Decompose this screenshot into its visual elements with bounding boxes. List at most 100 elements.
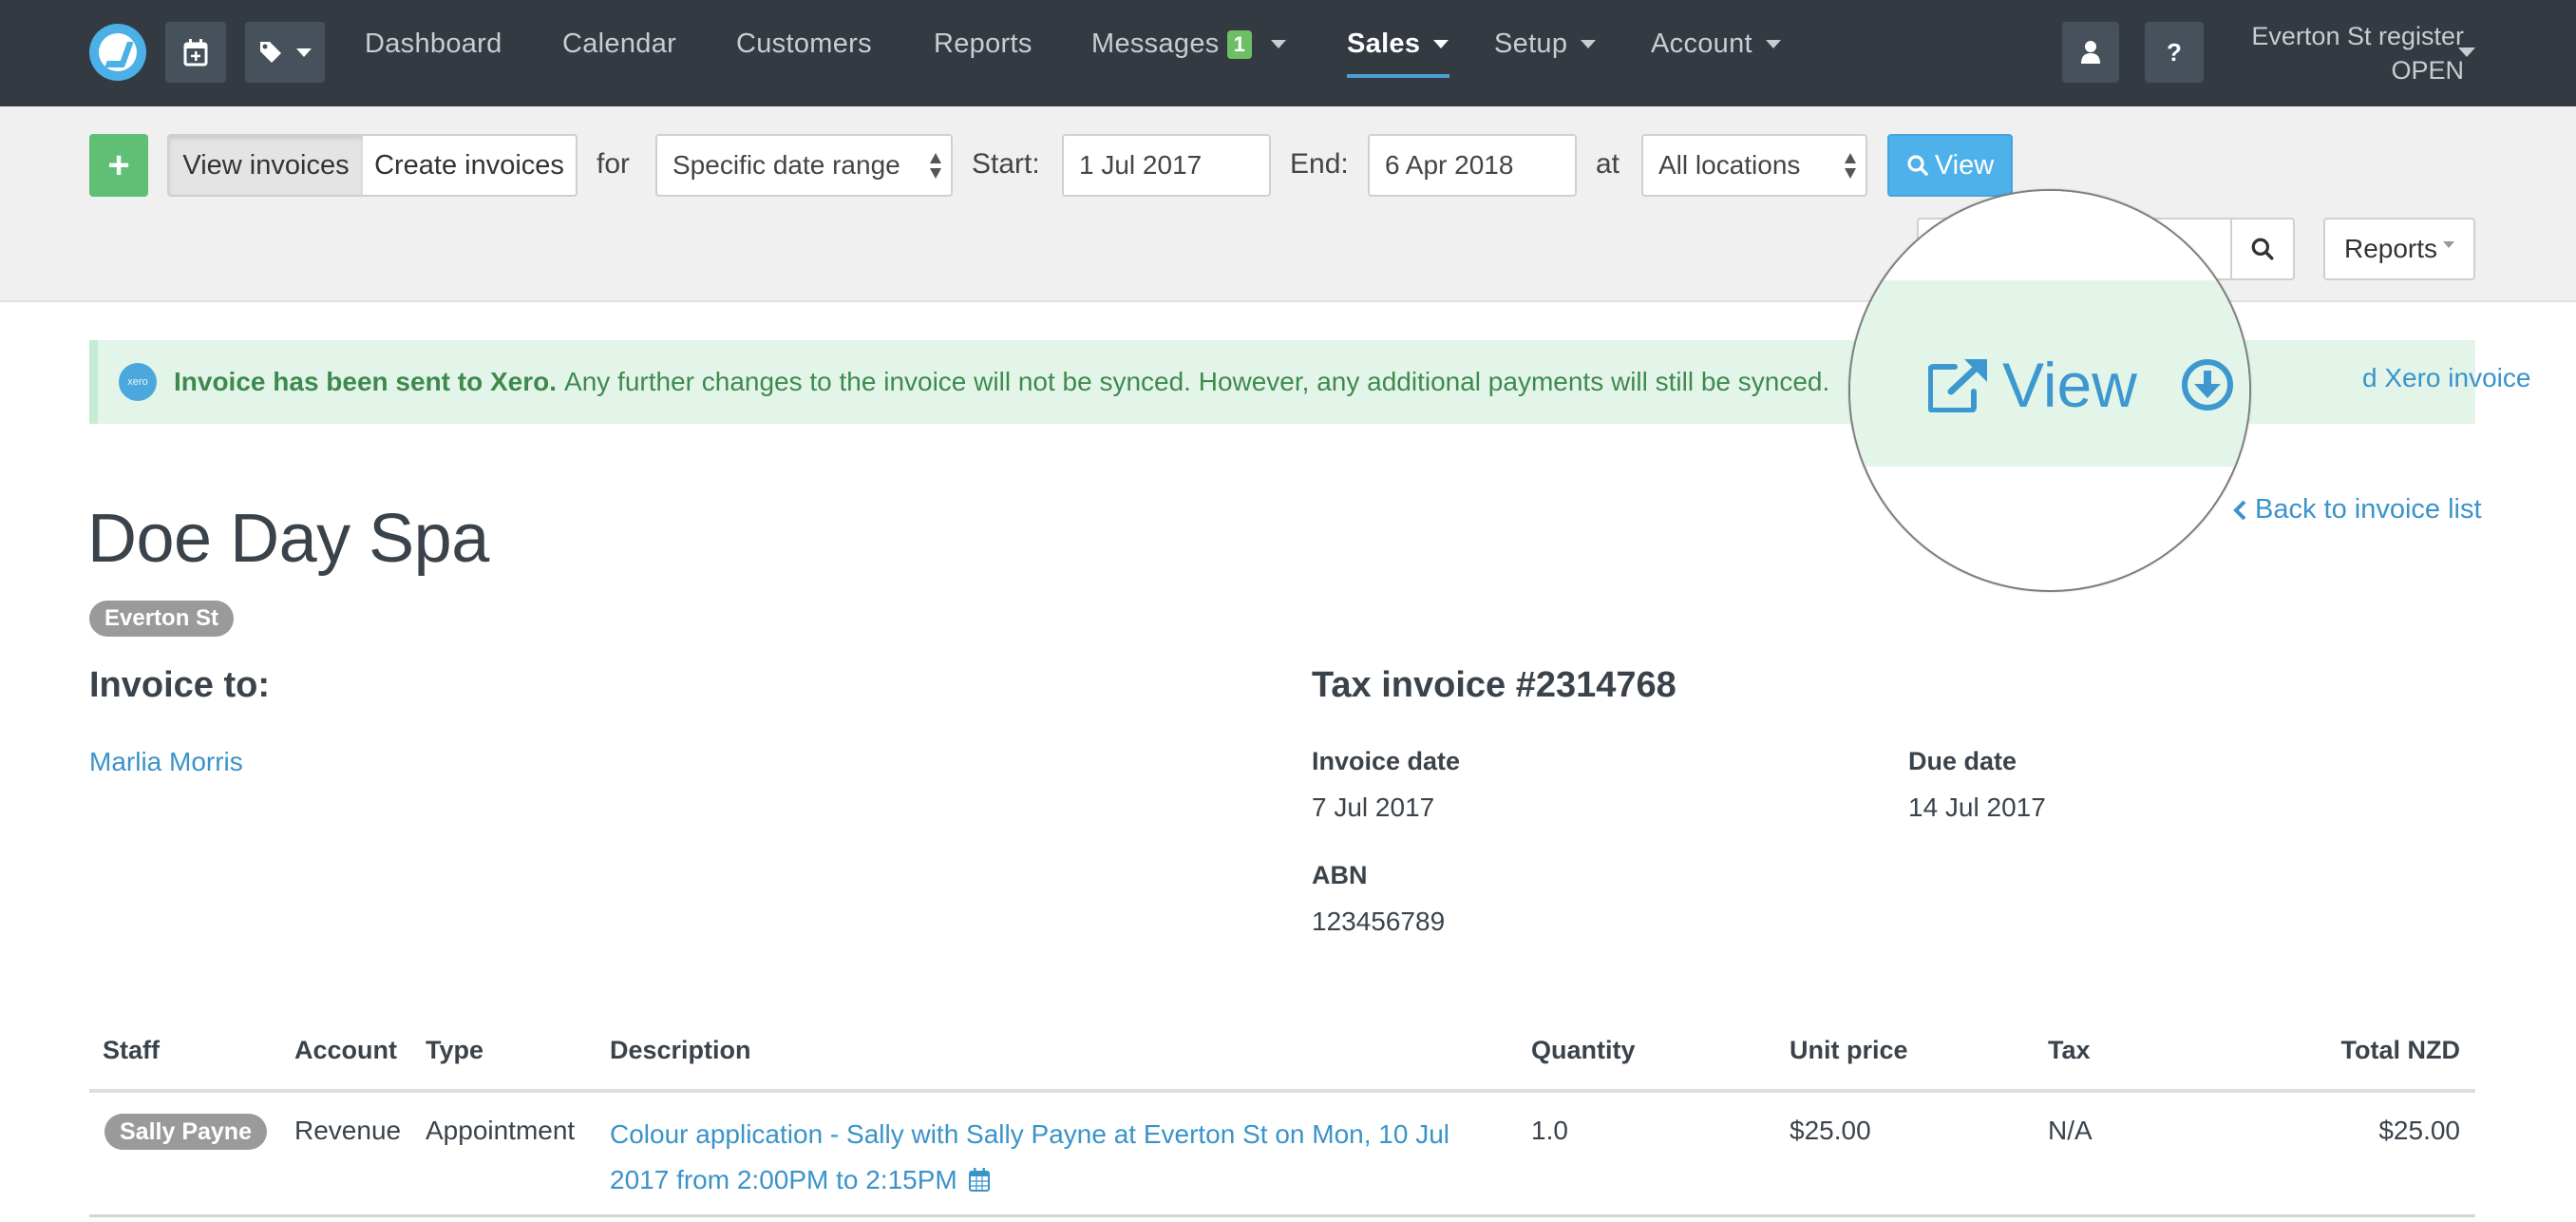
search-icon <box>2251 238 2274 260</box>
search-icon <box>1907 155 1928 176</box>
nav-calendar[interactable]: Calendar <box>562 29 676 60</box>
nav-label: Sales <box>1347 29 1421 59</box>
chevron-down-icon <box>1581 40 1597 48</box>
col-header-description: Description <box>610 1036 751 1064</box>
invoice-date-label: Invoice date <box>1312 747 1461 775</box>
nav-label: Messages <box>1091 29 1220 59</box>
description-text: Colour application - Sally with Sally Pa… <box>610 1119 1450 1194</box>
cell-type: Appointment <box>426 1116 576 1145</box>
chevron-down-icon <box>1433 40 1449 48</box>
at-label: at <box>1596 148 1620 180</box>
active-tab-indicator <box>1347 74 1449 78</box>
register-status-dropdown[interactable]: Everton St register OPEN <box>2223 19 2464 87</box>
location-badge: Everton St <box>89 601 235 637</box>
alert-title: Invoice has been sent to Xero. <box>174 367 558 396</box>
start-label: Start: <box>972 148 1040 180</box>
nav-dashboard[interactable]: Dashboard <box>365 29 502 60</box>
register-name: Everton St register <box>2251 22 2464 50</box>
user-icon <box>2081 41 2100 64</box>
tag-icon <box>260 42 281 63</box>
magnified-search-field <box>1850 191 2249 280</box>
question-icon: ? <box>2167 37 2182 67</box>
invoice-date-value: 7 Jul 2017 <box>1312 792 1435 822</box>
messages-count-badge: 1 <box>1226 29 1253 59</box>
top-navbar: Dashboard Calendar Customers Reports Mes… <box>0 0 2576 106</box>
chevron-down-icon <box>1765 40 1781 48</box>
due-date-label: Due date <box>1908 747 2017 775</box>
end-label: End: <box>1290 148 1349 180</box>
customer-link[interactable]: Marlia Morris <box>89 747 243 777</box>
cell-total: $25.00 <box>2378 1116 2460 1145</box>
abn-label: ABN <box>1312 861 1368 889</box>
app-logo[interactable] <box>89 24 146 81</box>
table-header-divider <box>89 1089 2475 1093</box>
nav-label: Customers <box>736 29 872 59</box>
back-to-invoice-list-link[interactable]: Back to invoice list <box>2232 494 2482 525</box>
col-header-staff: Staff <box>103 1036 160 1064</box>
calendar-icon <box>968 1168 990 1192</box>
start-date-value: 1 Jul 2017 <box>1079 150 1203 180</box>
add-invoice-button[interactable]: + <box>89 134 148 197</box>
view-button-label: View <box>1934 149 1995 181</box>
abn-value: 123456789 <box>1312 907 1446 936</box>
view-button[interactable]: View <box>1887 134 2013 197</box>
reports-dropdown[interactable]: Reports <box>2323 218 2475 280</box>
for-label: for <box>597 148 631 180</box>
date-range-select[interactable]: Specific date range <box>655 134 953 197</box>
cell-description-link[interactable]: Colour application - Sally with Sally Pa… <box>610 1112 1465 1203</box>
invoice-to-heading: Invoice to: <box>89 665 271 705</box>
new-appointment-button[interactable] <box>165 22 226 83</box>
zoom-magnifier-overlay: View <box>1848 189 2251 592</box>
calendar-plus-icon <box>183 39 208 67</box>
view-xero-invoice-link[interactable]: View <box>1928 349 2234 421</box>
nav-reports[interactable]: Reports <box>934 29 1032 60</box>
nav-label: Account <box>1651 29 1752 59</box>
view-invoices-tab[interactable]: View invoices <box>167 134 365 197</box>
col-header-total: Total NZD <box>2340 1036 2460 1064</box>
back-link-label: Back to invoice list <box>2255 494 2482 525</box>
reports-label: Reports <box>2343 234 2438 263</box>
user-button[interactable] <box>2062 22 2119 83</box>
alert-message: Any further changes to the invoice will … <box>564 367 1830 396</box>
chevron-down-icon <box>2443 240 2455 248</box>
view-label: View <box>2002 350 2137 420</box>
external-link-icon <box>1928 359 1987 412</box>
select-arrows-icon <box>1845 153 1856 181</box>
date-range-value: Specific date range <box>672 150 900 180</box>
nav-account[interactable]: Account <box>1651 29 1781 60</box>
due-date-value: 14 Jul 2017 <box>1908 792 2046 822</box>
start-date-input[interactable]: 1 Jul 2017 <box>1062 134 1271 197</box>
nav-label: Setup <box>1494 29 1568 59</box>
col-header-unit-price: Unit price <box>1790 1036 1908 1064</box>
nav-messages[interactable]: Messages 1 <box>1091 29 1287 60</box>
help-button[interactable]: ? <box>2145 22 2204 83</box>
col-header-type: Type <box>426 1036 484 1064</box>
chevron-left-icon <box>2233 500 2246 520</box>
nav-customers[interactable]: Customers <box>736 29 872 60</box>
nav-label: Reports <box>934 29 1032 59</box>
end-date-input[interactable]: 6 Apr 2018 <box>1368 134 1577 197</box>
location-value: All locations <box>1658 150 1801 180</box>
tax-invoice-heading: Tax invoice #2314768 <box>1312 665 1676 705</box>
download-circle-icon[interactable] <box>2181 358 2234 411</box>
end-date-value: 6 Apr 2018 <box>1385 150 1514 180</box>
nav-sales[interactable]: Sales <box>1347 29 1449 60</box>
location-select[interactable]: All locations <box>1641 134 1867 197</box>
cell-account: Revenue <box>294 1116 402 1145</box>
register-state: OPEN <box>2391 56 2464 85</box>
quick-sale-dropdown[interactable] <box>245 22 325 83</box>
nav-setup[interactable]: Setup <box>1494 29 1597 60</box>
download-xero-invoice-link[interactable]: d Xero invoice <box>2362 363 2530 393</box>
select-arrows-icon <box>930 153 941 181</box>
chevron-down-icon <box>296 48 312 57</box>
col-header-account: Account <box>294 1036 397 1064</box>
logo-mark-icon <box>99 33 137 71</box>
staff-badge: Sally Payne <box>104 1114 267 1150</box>
create-invoices-tab[interactable]: Create invoices <box>363 134 578 197</box>
cell-tax: N/A <box>2048 1116 2093 1145</box>
col-header-tax: Tax <box>2048 1036 2091 1064</box>
chevron-down-icon[interactable] <box>2458 48 2475 57</box>
cell-quantity: 1.0 <box>1531 1116 1568 1145</box>
table-row-divider <box>89 1214 2475 1217</box>
chevron-down-icon <box>1271 40 1287 48</box>
